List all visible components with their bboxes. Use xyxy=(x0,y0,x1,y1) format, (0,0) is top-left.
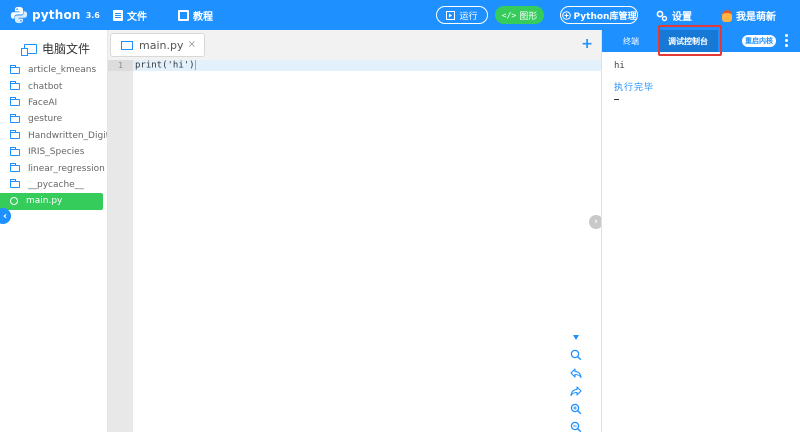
editor-tab-bar: main.py × + xyxy=(108,30,601,60)
undo-button[interactable] xyxy=(569,366,583,380)
file-menu-label: 文件 xyxy=(127,12,147,23)
collapse-toolbar-button[interactable] xyxy=(569,330,583,344)
list-item[interactable]: chatbot xyxy=(0,78,107,94)
add-tab-button[interactable]: + xyxy=(581,36,593,52)
zoom-in-icon xyxy=(570,403,582,415)
list-item[interactable]: gesture xyxy=(0,111,107,127)
console-panel: 终端 调试控制台 重启内核 hi 执行完毕 xyxy=(601,25,800,432)
computer-icon xyxy=(21,43,37,56)
app-logo[interactable]: python 3.6 xyxy=(10,6,100,24)
python-library-label: Python库管理 xyxy=(573,11,637,22)
file-item-label: FaceAI xyxy=(28,97,58,108)
triangle-down-icon xyxy=(573,334,579,340)
tutorial-menu[interactable]: 教程 xyxy=(178,8,213,23)
gear-icon xyxy=(656,10,668,21)
code-brackets-icon: </> xyxy=(501,10,517,20)
line-number-gutter: 1 xyxy=(108,60,133,432)
console-output-line: 执行完毕 xyxy=(614,83,655,93)
file-list: article_kmeans chatbot FaceAI gesture Ha… xyxy=(0,62,107,210)
run-button-label: 运行 xyxy=(459,11,478,22)
file-icon xyxy=(113,10,123,21)
restart-kernel-label: 重启内核 xyxy=(745,37,773,45)
list-item-active[interactable]: main.py xyxy=(0,193,103,210)
book-icon xyxy=(178,10,189,21)
zoom-in-button[interactable] xyxy=(569,402,583,416)
file-item-label: Handwritten_Digit... xyxy=(28,130,107,141)
app-name: python xyxy=(32,8,81,22)
redo-button[interactable] xyxy=(569,384,583,398)
file-item-label: __pycache__ xyxy=(28,179,84,190)
file-item-label: linear_regression xyxy=(28,163,105,174)
file-item-label: main.py xyxy=(26,196,63,207)
search-icon xyxy=(570,349,582,361)
folder-icon xyxy=(10,64,20,74)
text-cursor xyxy=(194,60,196,70)
settings-menu[interactable]: 设置 xyxy=(656,8,692,23)
avatar xyxy=(722,9,732,22)
folder-icon xyxy=(10,146,20,156)
tab-label: main.py xyxy=(139,38,184,52)
folder-icon xyxy=(10,163,20,173)
folder-icon xyxy=(10,81,20,91)
plus-circle-icon xyxy=(561,10,571,20)
tab-terminal[interactable]: 终端 xyxy=(623,36,639,47)
redo-icon xyxy=(570,386,582,397)
file-tab-icon xyxy=(121,40,133,50)
list-item[interactable]: article_kmeans xyxy=(0,62,107,78)
undo-icon xyxy=(570,368,582,379)
run-button[interactable]: 运行 xyxy=(436,6,488,24)
python-file-icon xyxy=(10,197,18,206)
console-cursor xyxy=(614,99,619,100)
file-item-label: article_kmeans xyxy=(28,65,97,76)
file-item-label: gesture xyxy=(28,114,63,125)
tab-main-py[interactable]: main.py × xyxy=(110,33,205,57)
user-menu[interactable]: 我是萌新 xyxy=(722,8,776,23)
graph-button-label: 图形 xyxy=(519,11,538,22)
restart-kernel-button[interactable]: 重启内核 xyxy=(742,35,776,47)
highlight-box xyxy=(658,25,722,56)
python-logo-icon xyxy=(10,6,28,24)
search-button[interactable] xyxy=(569,348,583,362)
tutorial-menu-label: 教程 xyxy=(193,12,213,23)
list-item[interactable]: __pycache__ xyxy=(0,177,107,193)
file-item-label: IRIS_Species xyxy=(28,147,85,158)
collapse-sidebar-button[interactable]: ‹ xyxy=(0,208,11,224)
close-icon[interactable]: × xyxy=(188,39,196,50)
graph-button[interactable]: </> 图形 xyxy=(495,6,544,24)
folder-icon xyxy=(10,97,20,107)
python-library-button[interactable]: Python库管理 xyxy=(560,6,638,24)
file-explorer-title-label: 电脑文件 xyxy=(42,42,91,56)
file-explorer-title[interactable]: 电脑文件 xyxy=(21,40,91,57)
list-item[interactable]: Handwritten_Digit... xyxy=(0,128,107,144)
list-item[interactable]: FaceAI xyxy=(0,95,107,111)
user-name: 我是萌新 xyxy=(736,12,776,23)
file-explorer-sidebar: 电脑文件 article_kmeans chatbot FaceAI gestu… xyxy=(0,30,107,432)
list-item[interactable]: IRIS_Species xyxy=(0,144,107,160)
code-editor: main.py × + 1 print('hi') › xyxy=(107,30,603,434)
folder-icon xyxy=(10,130,20,140)
zoom-out-icon xyxy=(570,421,582,433)
more-options-icon[interactable] xyxy=(785,34,788,48)
code-text[interactable]: print('hi') xyxy=(135,60,196,72)
list-item[interactable]: linear_regression xyxy=(0,160,107,176)
folder-icon xyxy=(10,113,20,123)
code-line[interactable]: print('hi') xyxy=(133,60,601,71)
chevron-left-icon: ‹ xyxy=(2,210,8,222)
file-menu[interactable]: 文件 xyxy=(113,8,147,23)
run-icon xyxy=(446,10,456,20)
editor-toolbar xyxy=(566,330,586,434)
settings-label: 设置 xyxy=(672,12,692,23)
console-output-line: hi xyxy=(614,61,625,71)
chevron-right-icon: › xyxy=(594,217,598,227)
app-version: 3.6 xyxy=(85,10,100,20)
code-content: print('hi') xyxy=(135,60,195,71)
console-tab-bar: 终端 调试控制台 重启内核 xyxy=(602,25,800,56)
file-item-label: chatbot xyxy=(28,81,63,92)
line-number: 1 xyxy=(108,60,133,71)
folder-icon xyxy=(10,179,20,189)
